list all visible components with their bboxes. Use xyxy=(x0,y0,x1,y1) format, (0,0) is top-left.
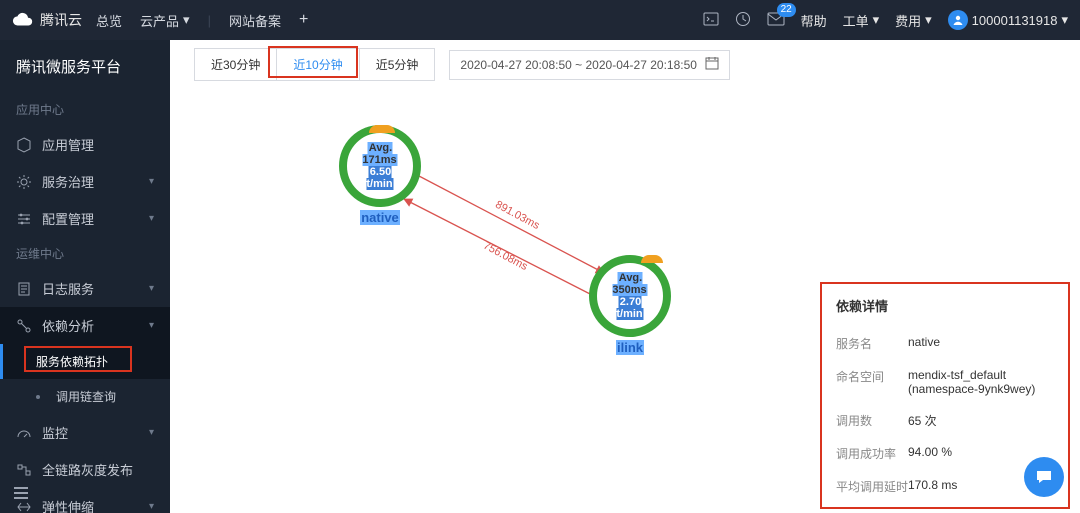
cube-icon xyxy=(16,137,32,153)
calendar-icon xyxy=(705,56,719,73)
panel-key-namespace: 命名空间 xyxy=(836,368,908,396)
panel-key-service: 服务名 xyxy=(836,335,908,352)
panel-value-namespace: mendix-tsf_default (namespace-9ynk9wey) xyxy=(908,368,1054,396)
chevron-down-icon: ▾ xyxy=(149,501,154,512)
bullet-icon xyxy=(36,395,40,399)
dashboard-icon xyxy=(16,425,32,441)
main-content: 近30分钟 近10分钟 近5分钟 2020-04-27 20:08:50 ~ 2… xyxy=(170,40,1080,513)
sidebar-title: 腾讯微服务平台 xyxy=(0,40,170,93)
collapse-icon[interactable] xyxy=(14,486,32,503)
topology-node-ilink[interactable]: Avg. 350ms 2.70 t/min ilink xyxy=(589,255,671,337)
add-tab-button[interactable]: + xyxy=(299,11,308,29)
chevron-down-icon: ▾ xyxy=(149,176,154,187)
top-nav: 总览 云产品▾ | 网站备案 + xyxy=(96,11,308,30)
top-right: 22 帮助 工单▾ 费用▾ 100001131918▾ xyxy=(703,10,1068,30)
panel-key-success: 调用成功率 xyxy=(836,445,908,462)
chevron-down-icon: ▾ xyxy=(149,283,154,294)
brand-text: 腾讯云 xyxy=(40,10,82,30)
topology-node-native[interactable]: Avg. 171ms 6.50 t/min native xyxy=(339,125,421,207)
ticket-link[interactable]: 工单▾ xyxy=(843,11,880,30)
chevron-down-icon: ▾ xyxy=(149,320,154,331)
nav-beian[interactable]: 网站备案 xyxy=(229,11,281,30)
gear-icon xyxy=(16,174,32,190)
panel-value-calls: 65 次 xyxy=(908,412,1054,429)
sidebar-item-service-govern[interactable]: 服务治理▾ xyxy=(0,163,170,200)
sidebar-item-config-manage[interactable]: 配置管理▾ xyxy=(0,200,170,237)
mail-icon[interactable]: 22 xyxy=(767,11,785,30)
panel-title: 依赖详情 xyxy=(836,296,1054,315)
panel-value-service: native xyxy=(908,335,1054,352)
sidebar-sub-dep-topology[interactable]: 服务依赖拓扑 xyxy=(0,344,170,379)
flow-icon xyxy=(16,462,32,478)
sidebar-group-ops: 运维中心 xyxy=(0,237,170,270)
chat-icon xyxy=(1035,468,1053,486)
help-link[interactable]: 帮助 xyxy=(801,11,827,30)
sliders-icon xyxy=(16,211,32,227)
sidebar-item-log-service[interactable]: 日志服务▾ xyxy=(0,270,170,307)
sidebar-item-app-manage[interactable]: 应用管理 xyxy=(0,126,170,163)
edge-label-in: 756.08ms xyxy=(481,240,529,273)
sidebar-group-app: 应用中心 xyxy=(0,93,170,126)
brand[interactable]: 腾讯云 xyxy=(12,9,82,31)
chevron-down-icon: ▾ xyxy=(149,427,154,438)
chevron-down-icon: ▾ xyxy=(1061,12,1068,28)
sidebar: 腾讯微服务平台 应用中心 应用管理 服务治理▾ 配置管理▾ 运维中心 日志服务▾… xyxy=(0,40,170,513)
sidebar-sub-trace-query[interactable]: 调用链查询 xyxy=(0,379,170,414)
tab-30min[interactable]: 近30分钟 xyxy=(195,49,277,80)
panel-key-latency: 平均调用延时 xyxy=(836,478,908,495)
graph-icon xyxy=(16,318,32,334)
chevron-down-icon: ▾ xyxy=(925,12,932,28)
chevron-down-icon: ▾ xyxy=(183,12,190,28)
clock-icon[interactable] xyxy=(735,11,751,30)
sidebar-item-monitor[interactable]: 监控▾ xyxy=(0,414,170,451)
doc-icon xyxy=(16,281,32,297)
sidebar-item-dep-analysis[interactable]: 依赖分析▾ xyxy=(0,307,170,344)
tab-10min[interactable]: 近10分钟 xyxy=(277,49,359,80)
nav-overview[interactable]: 总览 xyxy=(96,11,122,30)
chevron-down-icon: ▾ xyxy=(149,213,154,224)
shell-icon[interactable] xyxy=(703,11,719,30)
time-range-tabs: 近30分钟 近10分钟 近5分钟 xyxy=(194,48,435,81)
nav-cloud-products[interactable]: 云产品▾ xyxy=(140,11,190,30)
mail-badge: 22 xyxy=(777,3,796,17)
chevron-down-icon: ▾ xyxy=(873,12,880,28)
user-menu[interactable]: 100001131918▾ xyxy=(948,10,1068,30)
date-range-picker[interactable]: 2020-04-27 20:08:50 ~ 2020-04-27 20:18:5… xyxy=(449,50,730,80)
cost-link[interactable]: 费用▾ xyxy=(895,11,932,30)
sidebar-item-gray-release[interactable]: 全链路灰度发布 xyxy=(0,451,170,488)
cloud-icon xyxy=(12,9,34,31)
avatar-icon xyxy=(948,10,968,30)
edge-label-out: 891.03ms xyxy=(493,199,541,232)
chat-fab[interactable] xyxy=(1024,457,1064,497)
top-bar: 腾讯云 总览 云产品▾ | 网站备案 + 22 帮助 工单▾ 费用▾ 10000… xyxy=(0,0,1080,40)
panel-key-calls: 调用数 xyxy=(836,412,908,429)
tab-5min[interactable]: 近5分钟 xyxy=(360,49,435,80)
